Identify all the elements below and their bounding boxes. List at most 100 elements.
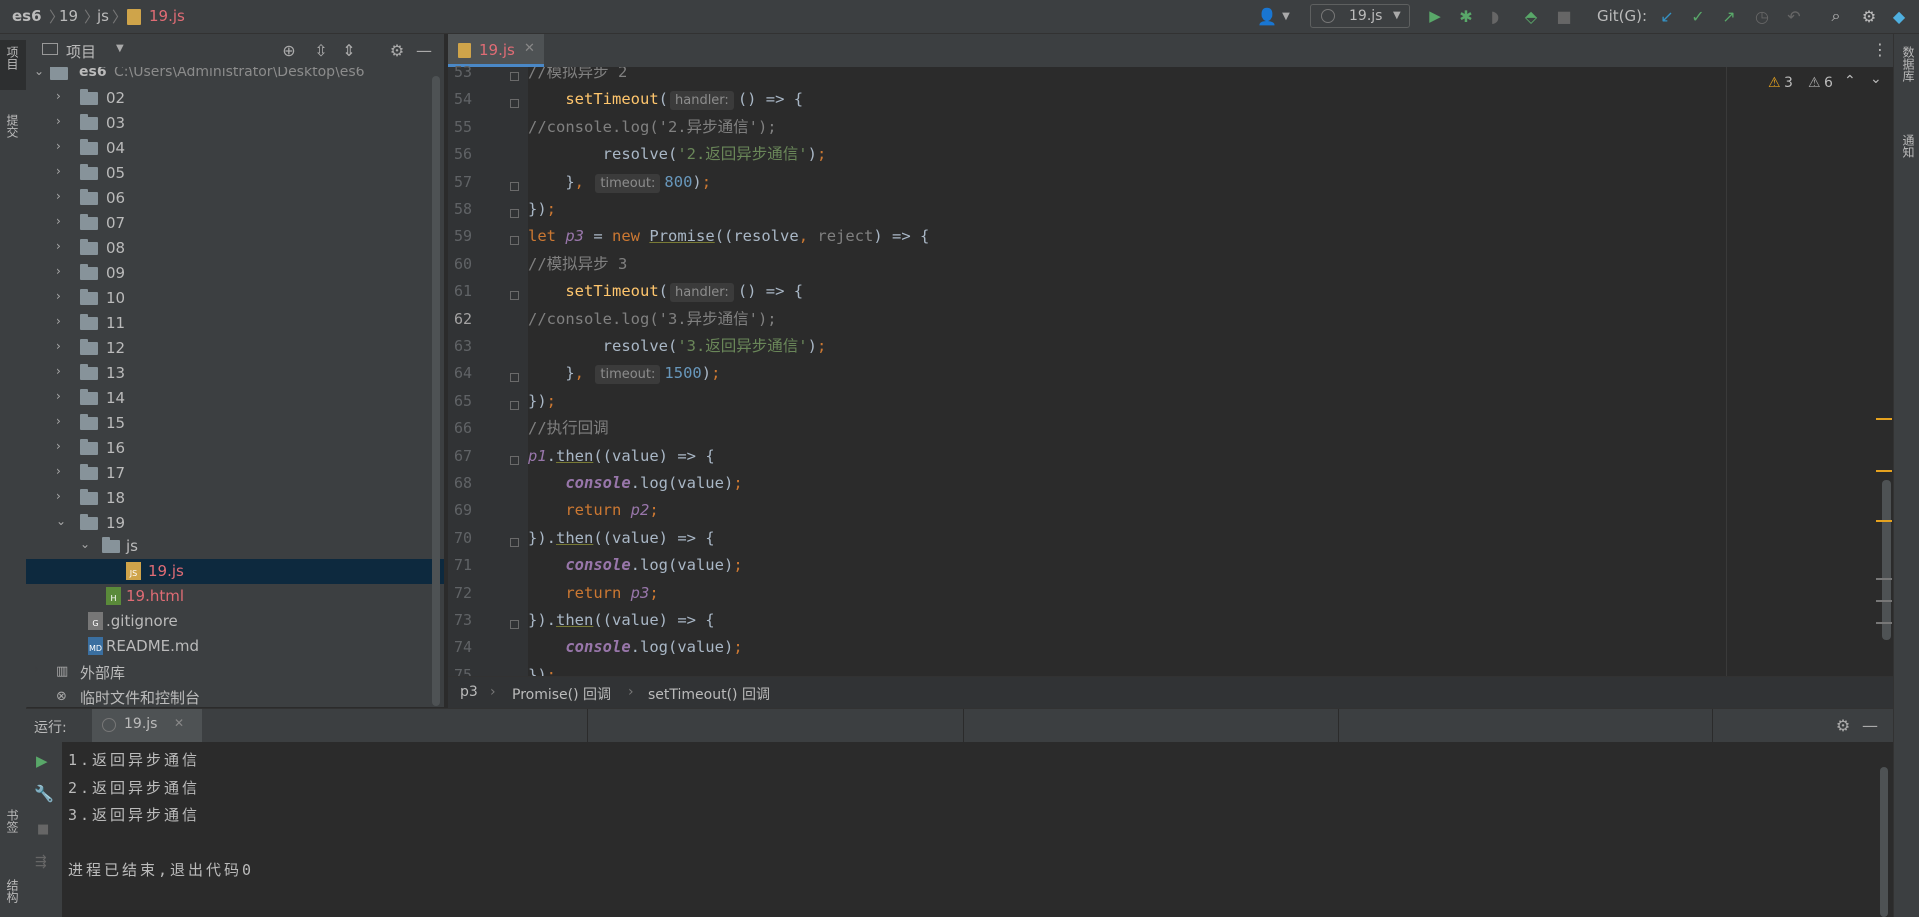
warnings-count[interactable]: 3 bbox=[1784, 75, 1793, 91]
search-icon[interactable]: ⌕ bbox=[1825, 5, 1847, 27]
tree-folder-12[interactable]: › 12 bbox=[26, 336, 444, 361]
close-icon[interactable]: ✕ bbox=[524, 41, 535, 56]
git-commit-icon[interactable]: ✓ bbox=[1687, 5, 1709, 27]
tree-folder-11[interactable]: › 11 bbox=[26, 311, 444, 336]
tree-external-libraries[interactable]: › ▥ 外部库 bbox=[26, 659, 444, 684]
file-label: README.md bbox=[106, 637, 200, 655]
tree-folder-02[interactable]: › 02 bbox=[26, 86, 444, 111]
history-icon[interactable]: ◷ bbox=[1751, 5, 1773, 27]
tree-folder-03[interactable]: › 03 bbox=[26, 111, 444, 136]
breadcrumb-folder-19[interactable]: 19 bbox=[59, 7, 78, 25]
fold-marker-icon[interactable] bbox=[510, 99, 519, 109]
tree-folder-04[interactable]: › 04 bbox=[26, 136, 444, 161]
run-console[interactable]: 1.返回异步通信 2.返回异步通信 3.返回异步通信 进程已结束,退出代码0 bbox=[62, 742, 1893, 917]
chevron-down-icon[interactable]: ⌄ bbox=[1870, 71, 1882, 87]
tree-folder-17[interactable]: › 17 bbox=[26, 461, 444, 486]
fold-marker-icon[interactable] bbox=[510, 236, 519, 246]
coverage-icon[interactable]: ◗ bbox=[1484, 5, 1506, 27]
debug-icon[interactable]: ✱ bbox=[1455, 5, 1477, 27]
rollback-icon[interactable]: ↶ bbox=[1783, 5, 1805, 27]
stop-icon[interactable]: ■ bbox=[37, 822, 49, 837]
fold-marker-icon[interactable] bbox=[510, 455, 519, 465]
gear-icon[interactable]: ⚙ bbox=[1832, 714, 1854, 736]
fold-marker-icon[interactable] bbox=[510, 537, 519, 547]
tree-file-readme[interactable]: MD README.md bbox=[26, 634, 444, 659]
stop-icon[interactable]: ■ bbox=[1553, 5, 1575, 27]
error-stripe-mark[interactable] bbox=[1876, 622, 1892, 624]
breadcrumb-folder-js[interactable]: js bbox=[97, 7, 109, 25]
tool-tab-bookmarks[interactable]: 书签 bbox=[4, 809, 21, 833]
gear-icon[interactable]: ⚙ bbox=[1858, 5, 1880, 27]
expand-all-icon[interactable]: ⇳ bbox=[310, 39, 332, 61]
fold-marker-icon[interactable] bbox=[510, 373, 519, 383]
rerun-icon[interactable]: ▶ bbox=[36, 752, 48, 770]
tool-tab-project[interactable]: 项目 bbox=[4, 46, 21, 70]
code-editor[interactable]: ⚠ 3 ⚠ 6 ⌃ ⌄ //模拟异步 2 setTimeout(handler:… bbox=[528, 67, 1893, 676]
select-opened-file-icon[interactable]: ⊕ bbox=[278, 39, 300, 61]
tree-folder-07[interactable]: › 07 bbox=[26, 211, 444, 236]
code-with-me-icon[interactable]: ◆ bbox=[1888, 5, 1910, 27]
wrench-icon[interactable]: 🔧 bbox=[34, 784, 54, 803]
hide-icon[interactable]: — bbox=[413, 39, 435, 61]
git-update-icon[interactable]: ↙ bbox=[1656, 5, 1678, 27]
console-scrollbar[interactable] bbox=[1880, 767, 1888, 917]
editor-scrollbar[interactable] bbox=[1882, 480, 1891, 640]
gear-icon[interactable]: ⚙ bbox=[386, 39, 408, 61]
error-stripe-mark[interactable] bbox=[1876, 600, 1892, 602]
chevron-up-icon[interactable]: ⌃ bbox=[1844, 73, 1856, 89]
tree-folder-05[interactable]: › 05 bbox=[26, 161, 444, 186]
run-icon[interactable]: ▶ bbox=[1424, 5, 1446, 27]
tree-file-gitignore[interactable]: G .gitignore bbox=[26, 609, 444, 634]
tree-folder-10[interactable]: › 10 bbox=[26, 286, 444, 311]
tree-folder-08[interactable]: › 08 bbox=[26, 236, 444, 261]
project-view-title[interactable]: 项目 bbox=[66, 41, 96, 62]
tree-folder-19[interactable]: ⌄ 19 bbox=[26, 511, 444, 536]
tree-scratches[interactable]: ⊗ 临时文件和控制台 bbox=[26, 684, 444, 707]
project-scrollbar[interactable] bbox=[432, 76, 440, 706]
fold-marker-icon[interactable] bbox=[510, 400, 519, 410]
error-stripe-mark[interactable] bbox=[1876, 418, 1892, 420]
fold-marker-icon[interactable] bbox=[510, 72, 519, 81]
error-stripe-mark[interactable] bbox=[1876, 470, 1892, 472]
close-icon[interactable]: ✕ bbox=[174, 716, 184, 730]
fold-marker-icon[interactable] bbox=[510, 291, 519, 301]
tool-tab-structure[interactable]: 结构 bbox=[4, 879, 21, 903]
weak-warnings-count[interactable]: 6 bbox=[1824, 75, 1833, 91]
tree-folder-13[interactable]: › 13 bbox=[26, 361, 444, 386]
error-stripe-mark[interactable] bbox=[1876, 578, 1892, 580]
tool-tab-commit[interactable]: 提交 bbox=[4, 114, 21, 138]
tree-folder-15[interactable]: › 15 bbox=[26, 411, 444, 436]
console-output-line: 进程已结束,退出代码0 bbox=[68, 861, 255, 879]
tool-tab-notifications[interactable]: 通知 bbox=[1900, 134, 1917, 158]
tool-tab-database[interactable]: 数据库 bbox=[1900, 46, 1917, 82]
fold-marker-icon[interactable] bbox=[510, 209, 519, 218]
git-push-icon[interactable]: ↗ bbox=[1718, 5, 1740, 27]
tree-folder-14[interactable]: › 14 bbox=[26, 386, 444, 411]
tree-folder-16[interactable]: › 16 bbox=[26, 436, 444, 461]
code-line: setTimeout(handler:() => { bbox=[565, 90, 804, 111]
hide-icon[interactable]: — bbox=[1859, 714, 1881, 736]
tree-folder-18[interactable]: › 18 bbox=[26, 486, 444, 511]
fold-marker-icon[interactable] bbox=[510, 620, 519, 629]
breadcrumb-item[interactable]: setTimeout() 回调 bbox=[648, 684, 770, 704]
breadcrumb-item[interactable]: p3 bbox=[460, 684, 478, 700]
tree-root[interactable]: ⌄ es6 C:\Users\Administrator\Desktop\es6 bbox=[26, 67, 444, 86]
chevron-down-icon[interactable]: ▼ bbox=[116, 43, 124, 54]
fold-marker-icon[interactable] bbox=[510, 181, 519, 191]
tree-folder-06[interactable]: › 06 bbox=[26, 186, 444, 211]
profile-icon[interactable]: ⬘ bbox=[1520, 5, 1542, 27]
tree-folder-js[interactable]: ⌄ js bbox=[26, 534, 444, 559]
tree-folder-09[interactable]: › 09 bbox=[26, 261, 444, 286]
tree-file-19js[interactable]: JS 19.js bbox=[26, 559, 444, 584]
restore-layout-icon[interactable]: ⇶ bbox=[35, 854, 47, 870]
run-tab-19js[interactable]: 19.js ✕ bbox=[92, 709, 202, 742]
folder-icon bbox=[80, 89, 98, 105]
run-configuration-selector[interactable]: 19.js ▼ bbox=[1310, 4, 1410, 28]
breadcrumb-project[interactable]: es6 bbox=[12, 7, 42, 25]
more-options-icon[interactable]: ⋮ bbox=[1872, 40, 1888, 59]
tree-file-19html[interactable]: H 19.html bbox=[26, 584, 444, 609]
breadcrumb-file[interactable]: 19.js bbox=[149, 7, 185, 25]
collapse-all-icon[interactable]: ⇕ bbox=[338, 39, 360, 61]
error-stripe-mark[interactable] bbox=[1876, 520, 1892, 522]
breadcrumb-item[interactable]: Promise() 回调 bbox=[512, 684, 611, 704]
